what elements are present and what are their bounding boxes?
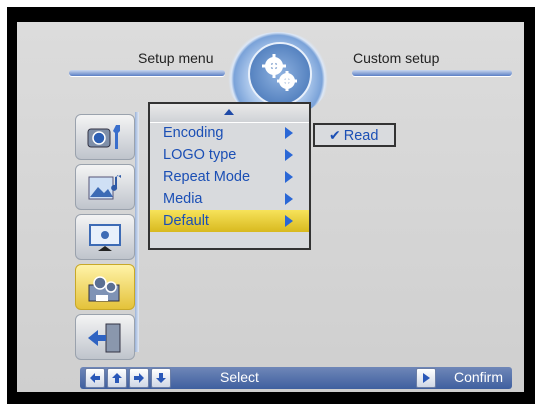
setup-menu-title: Setup menu bbox=[138, 50, 214, 66]
down-arrow-button[interactable] bbox=[151, 368, 171, 388]
sidebar-item-camera-settings[interactable] bbox=[75, 114, 135, 160]
menu-item-label: Default bbox=[163, 213, 209, 229]
picture-music-icon bbox=[88, 175, 121, 200]
menu-item-media[interactable]: Media bbox=[150, 188, 309, 210]
chevron-right-icon bbox=[285, 171, 293, 183]
play-icon bbox=[423, 373, 430, 383]
confirm-button[interactable] bbox=[416, 368, 436, 388]
select-hint: Select bbox=[220, 369, 259, 385]
up-arrow-icon bbox=[112, 373, 122, 383]
osd-screen: Setup menu Custom setup Encoding LOGO ty… bbox=[17, 22, 524, 392]
gears-icon bbox=[248, 42, 312, 106]
chevron-right-icon bbox=[285, 149, 293, 161]
menu-item-encoding[interactable]: Encoding bbox=[150, 122, 309, 144]
menu-item-label: Repeat Mode bbox=[163, 169, 251, 185]
check-icon: ✔ bbox=[329, 127, 341, 143]
chevron-right-icon bbox=[285, 215, 293, 227]
chevron-right-icon bbox=[285, 193, 293, 205]
confirm-hint: Confirm bbox=[454, 369, 504, 385]
exit-door-icon bbox=[88, 323, 121, 353]
footer-bar: Select Confirm bbox=[80, 367, 512, 389]
sidebar-item-slideshow[interactable] bbox=[75, 214, 135, 260]
left-arrow-button[interactable] bbox=[85, 368, 105, 388]
slideshow-icon bbox=[89, 224, 121, 251]
left-arrow-icon bbox=[90, 373, 100, 383]
submenu-label: Read bbox=[343, 128, 379, 144]
up-arrow-button[interactable] bbox=[107, 368, 127, 388]
menu-item-logo-type[interactable]: LOGO type bbox=[150, 144, 309, 166]
sidebar-item-picture-music[interactable] bbox=[75, 164, 135, 210]
gears-folder-icon bbox=[88, 276, 120, 302]
scroll-up-indicator[interactable] bbox=[150, 104, 309, 123]
menu-item-label: Media bbox=[163, 191, 203, 207]
menu-item-repeat-mode[interactable]: Repeat Mode bbox=[150, 166, 309, 188]
menu-item-label: LOGO type bbox=[163, 147, 237, 163]
chevron-right-icon bbox=[285, 127, 293, 139]
up-arrow-icon bbox=[224, 109, 234, 115]
sidebar bbox=[75, 110, 139, 360]
right-arrow-button[interactable] bbox=[129, 368, 149, 388]
submenu-option-read[interactable]: ✔ Read bbox=[313, 123, 396, 147]
sidebar-item-custom-setup[interactable] bbox=[75, 264, 135, 310]
right-arrow-icon bbox=[134, 373, 144, 383]
header-line-right bbox=[352, 70, 512, 76]
menu-item-default[interactable]: Default bbox=[150, 210, 309, 232]
menu-item-label: Encoding bbox=[163, 125, 224, 141]
camera-wrench-icon bbox=[87, 125, 120, 149]
sidebar-item-exit[interactable] bbox=[75, 314, 135, 360]
setup-menu-list: Encoding LOGO type Repeat Mode Media Def… bbox=[148, 102, 311, 250]
custom-setup-title: Custom setup bbox=[353, 50, 440, 66]
tv-screen-frame: Setup menu Custom setup Encoding LOGO ty… bbox=[7, 7, 535, 404]
down-arrow-icon bbox=[156, 373, 166, 383]
header-line-left bbox=[69, 70, 225, 76]
sidebar-divider bbox=[135, 112, 139, 352]
